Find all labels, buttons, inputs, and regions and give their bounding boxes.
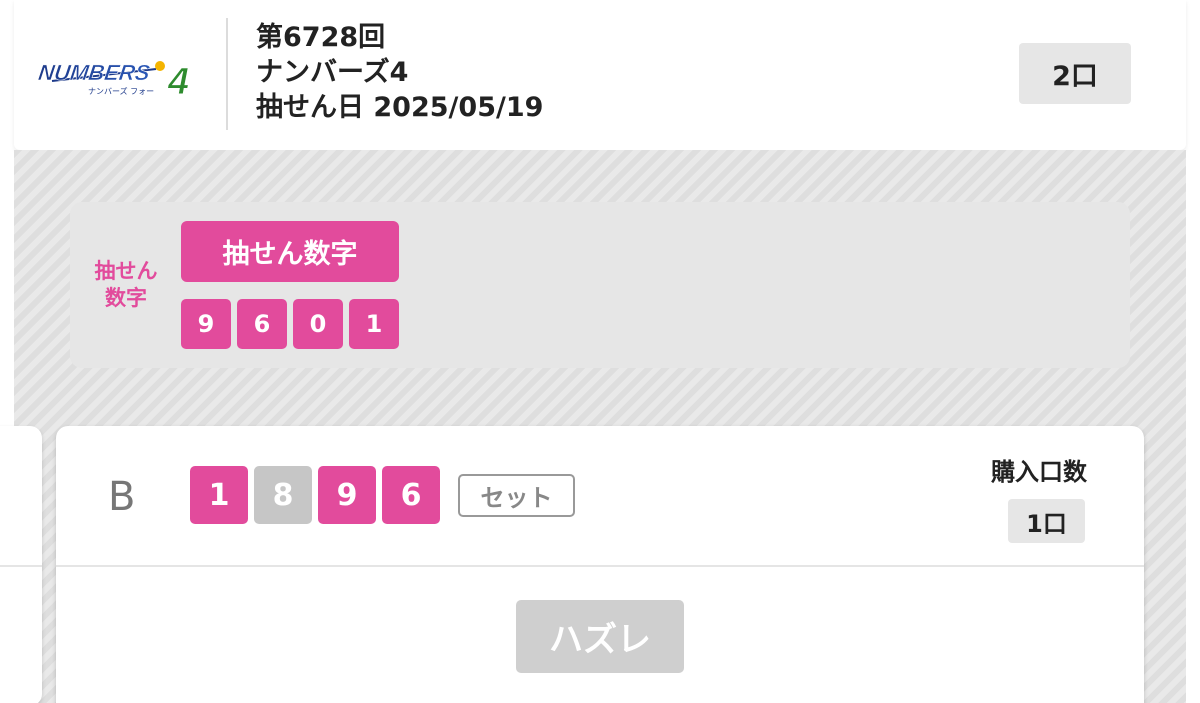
svg-text:NUMBERS: NUMBERS bbox=[38, 60, 152, 85]
ticket-digit: 6 bbox=[382, 466, 440, 524]
ticket-card: B 1 8 9 6 セット 購入口数 1口 ハズレ bbox=[56, 426, 1144, 703]
game-name: ナンバーズ4 bbox=[256, 57, 409, 88]
draw-result-box: 抽せん 数字 抽せん数字 9 6 0 1 bbox=[70, 202, 1130, 368]
card-divider bbox=[56, 565, 1144, 567]
previous-ticket-card[interactable] bbox=[0, 426, 42, 703]
draw-side-label-line2: 数字 bbox=[105, 286, 147, 310]
numbers4-logo: NUMBERS 4 ナンバーズ フォー bbox=[38, 60, 190, 100]
header-info: 第6728回 ナンバーズ4 抽せん日 2025/05/19 bbox=[256, 20, 543, 125]
ticket-digit: 8 bbox=[254, 466, 312, 524]
ticket-count-badge: 2口 bbox=[1019, 43, 1131, 104]
draw-numbers-button[interactable]: 抽せん数字 bbox=[181, 221, 399, 282]
svg-text:ナンバーズ フォー: ナンバーズ フォー bbox=[88, 86, 154, 96]
header-card: NUMBERS 4 ナンバーズ フォー 第6728回 ナンバーズ4 抽せん日 2… bbox=[14, 0, 1186, 150]
draw-side-label: 抽せん 数字 bbox=[84, 258, 168, 312]
purchase-count-value: 1口 bbox=[1008, 499, 1085, 543]
ticket-digit: 9 bbox=[318, 466, 376, 524]
draw-digit: 1 bbox=[349, 299, 399, 349]
draw-digit: 6 bbox=[237, 299, 287, 349]
svg-text:4: 4 bbox=[167, 61, 189, 100]
draw-side-label-line1: 抽せん bbox=[94, 259, 158, 283]
ticket-digit: 1 bbox=[190, 466, 248, 524]
draw-date: 抽せん日 2025/05/19 bbox=[256, 92, 544, 123]
purchase-count-label: 購入口数 bbox=[991, 458, 1087, 486]
card-divider bbox=[0, 565, 42, 567]
draw-digit: 0 bbox=[293, 299, 343, 349]
draw-digits: 9 6 0 1 bbox=[181, 299, 399, 349]
draw-digit: 9 bbox=[181, 299, 231, 349]
ticket-digits: 1 8 9 6 bbox=[190, 466, 440, 524]
set-type-badge: セット bbox=[458, 474, 575, 517]
round-number: 第6728回 bbox=[256, 22, 386, 53]
result-button[interactable]: ハズレ bbox=[516, 600, 684, 673]
header-divider bbox=[226, 18, 228, 130]
ticket-set-label: B bbox=[108, 474, 136, 520]
